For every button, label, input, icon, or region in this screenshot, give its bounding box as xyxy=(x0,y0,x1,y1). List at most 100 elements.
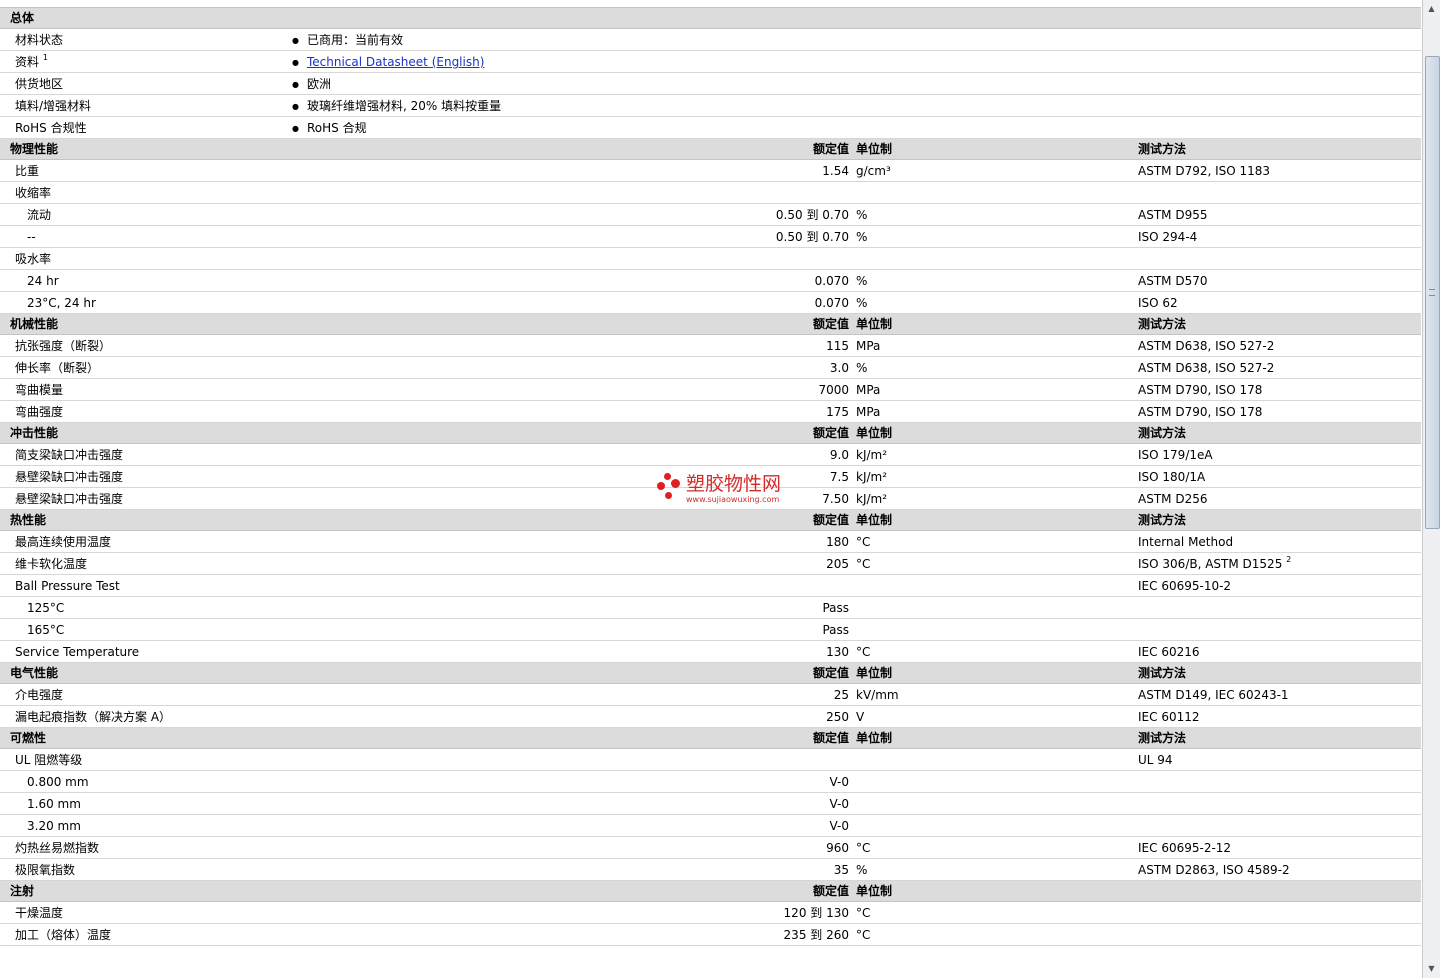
unit: °C xyxy=(856,557,871,571)
general-value-text: 玻璃纤维增强材料, 20% 填料按重量 xyxy=(306,99,502,113)
property-label-text: 最高连续使用温度 xyxy=(15,535,112,549)
unit: % xyxy=(856,230,868,244)
test-method: ISO 306/B, ASTM D1525 2 xyxy=(1138,553,1291,575)
property-label: -- xyxy=(27,226,36,248)
property-label-text: 供货地区 xyxy=(15,77,64,91)
unit: % xyxy=(856,296,868,310)
table-row: RoHS 合规性 RoHS 合规 xyxy=(0,117,1421,139)
property-label: 介电强度 xyxy=(15,684,63,706)
test-method-text: UL 94 xyxy=(1138,753,1173,767)
nominal-value: 115 xyxy=(826,339,849,353)
property-label: 0.800 mm xyxy=(27,771,89,793)
test-method: Internal Method xyxy=(1138,531,1233,553)
test-method: ASTM D792, ISO 1183 xyxy=(1138,160,1270,182)
column-header-test-method: 测试方法 xyxy=(1138,426,1187,440)
nominal-value: Pass xyxy=(822,623,849,637)
property-label: 悬壁梁缺口冲击强度 xyxy=(15,488,123,510)
test-method-text: ASTM D638, ISO 527-2 xyxy=(1138,339,1275,353)
nominal-value: 0.50 到 0.70 xyxy=(775,230,849,244)
table-row: 24 hr 0.070% ASTM D570 xyxy=(0,270,1421,292)
property-label-text: 极限氧指数 xyxy=(15,863,76,877)
property-label: 简支梁缺口冲击强度 xyxy=(15,444,123,466)
table-row: 3.20 mm V-0 xyxy=(0,815,1421,837)
column-header-unit: 单位制 xyxy=(856,513,893,527)
nominal-value: 35 xyxy=(833,863,849,877)
property-label-text: 悬壁梁缺口冲击强度 xyxy=(15,470,124,484)
test-method: ISO 294-4 xyxy=(1138,226,1197,248)
test-method: IEC 60216 xyxy=(1138,641,1200,663)
test-method-text: ASTM D2863, ISO 4589-2 xyxy=(1138,863,1290,877)
table-row: 流动 0.50 到 0.70% ASTM D955 xyxy=(0,204,1421,226)
table-row: 1.60 mm V-0 xyxy=(0,793,1421,815)
nominal-value: 205 xyxy=(826,557,849,571)
general-value: 已商用：当前有效 xyxy=(292,29,403,53)
table-row: 伸长率（断裂） 3.0% ASTM D638, ISO 527-2 xyxy=(0,357,1421,379)
test-method-text: ISO 179/1eA xyxy=(1138,448,1213,462)
unit: °C xyxy=(856,906,871,920)
table-row: Service Temperature 130 °C IEC 60216 xyxy=(0,641,1421,663)
general-value: RoHS 合规 xyxy=(292,117,367,141)
test-method-text: IEC 60216 xyxy=(1138,645,1200,659)
nominal-value: 25 xyxy=(833,688,849,702)
test-method: ISO 179/1eA xyxy=(1138,444,1213,466)
section-title: 注射 xyxy=(10,884,35,898)
property-label: RoHS 合规性 xyxy=(15,117,87,139)
property-label: 23°C, 24 hr xyxy=(27,292,96,314)
property-label: 加工（熔体）温度 xyxy=(15,924,111,946)
unit: MPa xyxy=(856,383,881,397)
test-method: UL 94 xyxy=(1138,749,1173,771)
table-row: Ball Pressure Test IEC 60695-10-2 xyxy=(0,575,1421,597)
property-label-text: 伸长率（断裂） xyxy=(15,361,100,375)
property-label-text: 材料状态 xyxy=(15,33,64,47)
column-header-unit: 单位制 xyxy=(856,317,893,331)
nominal-value: V-0 xyxy=(829,797,849,811)
property-label: 165°C xyxy=(27,619,64,641)
test-method: ISO 62 xyxy=(1138,292,1178,314)
unit: °C xyxy=(856,928,871,942)
property-label: 极限氧指数 xyxy=(15,859,75,881)
unit: kJ/m² xyxy=(856,448,888,462)
nominal-value: 250 xyxy=(826,710,849,724)
technical-datasheet-link[interactable]: Technical Datasheet (English) xyxy=(307,55,484,69)
scroll-up-arrow-icon[interactable]: ▲ xyxy=(1425,2,1438,16)
property-label: 伸长率（断裂） xyxy=(15,357,99,379)
unit: % xyxy=(856,274,868,288)
nominal-value: 0.50 到 0.70 xyxy=(775,208,849,222)
unit: % xyxy=(856,361,868,375)
property-label-text: 资料 xyxy=(15,55,40,69)
nominal-value: 175 xyxy=(826,405,849,419)
property-label-text: RoHS 合规性 xyxy=(15,121,87,135)
table-row: 维卡软化温度 205 °C ISO 306/B, ASTM D1525 2 xyxy=(0,553,1421,575)
unit: kV/mm xyxy=(856,688,899,702)
scroll-down-arrow-icon[interactable]: ▼ xyxy=(1425,962,1438,976)
property-label-text: 加工（熔体）温度 xyxy=(15,928,112,942)
property-label-text: 165°C xyxy=(27,623,65,637)
table-row: 极限氧指数 35% ASTM D2863, ISO 4589-2 xyxy=(0,859,1421,881)
property-label: 灼热丝易燃指数 xyxy=(15,837,99,859)
table-row: 介电强度 25 kV/mm ASTM D149, IEC 60243-1 xyxy=(0,684,1421,706)
test-method: ASTM D790, ISO 178 xyxy=(1138,401,1262,423)
section-header: 注射 额定值 单位制 xyxy=(0,881,1421,902)
nominal-value: 130 xyxy=(826,645,849,659)
test-method: ASTM D638, ISO 527-2 xyxy=(1138,357,1274,379)
section-header: 机械性能 额定值 单位制 测试方法 xyxy=(0,314,1421,335)
vertical-scrollbar[interactable]: ▲ ▼ xyxy=(1422,0,1440,978)
test-method-text: ASTM D955 xyxy=(1138,208,1208,222)
table-row: 125°C Pass xyxy=(0,597,1421,619)
unit: kJ/m² xyxy=(856,470,888,484)
section-title: 总体 xyxy=(10,11,35,25)
property-label-text: 吸水率 xyxy=(15,252,52,266)
section-title: 可燃性 xyxy=(10,731,47,745)
datasheet-link-item: Technical Datasheet (English) xyxy=(292,51,484,75)
test-method: ASTM D570 xyxy=(1138,270,1207,292)
section-header: 总体 xyxy=(0,8,1421,29)
table-row: 简支梁缺口冲击强度 9.0 kJ/m² ISO 179/1eA xyxy=(0,444,1421,466)
table-row: UL 阻燃等级 UL 94 xyxy=(0,749,1421,771)
test-method: ASTM D149, IEC 60243-1 xyxy=(1138,684,1289,706)
property-label: 收缩率 xyxy=(15,182,51,204)
scrollbar-thumb[interactable] xyxy=(1425,55,1440,529)
column-header-test-method: 测试方法 xyxy=(1138,317,1187,331)
unit: g/cm³ xyxy=(856,164,891,178)
column-header-value: 额定值 xyxy=(812,884,849,898)
general-value-text: 已商用：当前有效 xyxy=(306,33,403,47)
